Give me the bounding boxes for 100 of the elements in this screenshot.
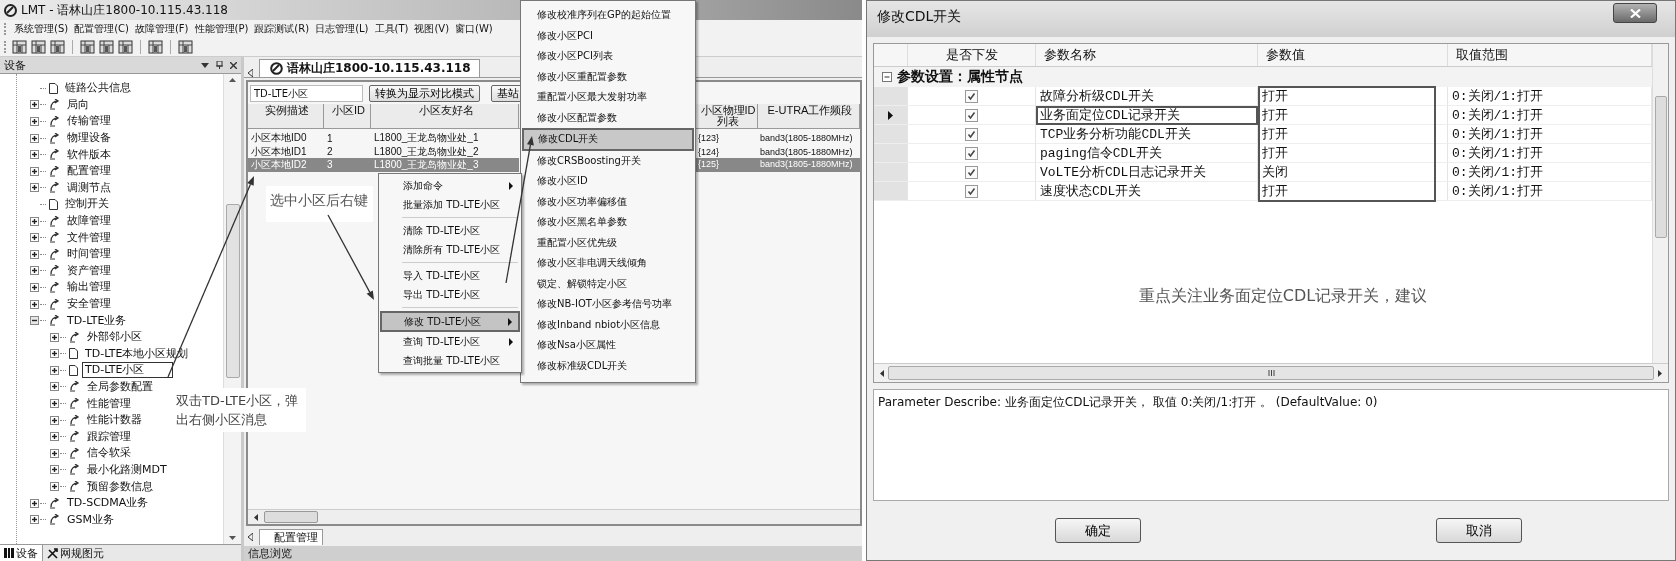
menu-item[interactable]: 导入 TD-LTE小区 [380,266,520,285]
menu-item[interactable]: 修改小区PCI [522,25,694,46]
column-header[interactable]: 参数名称 [1036,44,1258,66]
row-header[interactable] [874,106,908,125]
table-icon[interactable] [148,40,163,54]
menu-item[interactable]: 工具(T) [374,22,409,36]
tree-item[interactable]: 最小化路测MDT [84,461,170,478]
expand-icon[interactable] [30,100,39,110]
scroll-up-icon[interactable] [229,78,236,82]
collapse-icon[interactable] [30,316,39,326]
menu-item[interactable]: 锁定、解锁特定小区 [522,273,694,294]
expand-icon[interactable] [30,266,39,276]
column-header[interactable]: 是否下发 [908,44,1036,66]
scroll-down-icon[interactable] [229,536,236,540]
expand-icon[interactable] [30,498,39,508]
scrollbar[interactable] [1652,44,1668,363]
scroll-left-icon[interactable] [254,513,258,521]
table-cell[interactable]: band3(1805-1880MHz) [758,158,860,172]
tree-item[interactable]: 软件版本 [64,146,114,163]
parameter-value[interactable]: 打开 [1258,87,1448,106]
expand-icon[interactable] [50,382,59,392]
scroll-left-icon[interactable] [248,69,253,77]
menu-item[interactable]: 性能管理(P) [194,22,249,36]
expand-icon[interactable] [30,233,39,243]
parameter-value[interactable]: 打开 [1258,125,1448,144]
expand-icon[interactable] [30,299,39,309]
dialog-button[interactable]: 取消 [1436,518,1522,543]
menu-item[interactable]: 配置管理(C) [74,22,129,36]
scroll-right-icon[interactable] [1658,369,1662,377]
menu-item[interactable]: 查询批量 TD-LTE小区 [380,351,520,370]
menu-item[interactable]: 修改小区重配置参数 [522,66,694,87]
menu-item[interactable]: 修改Inband nbiot小区信息 [522,314,694,335]
menu-item[interactable]: 修改小区ID [522,171,694,192]
dialog-button[interactable]: 确定 [1055,518,1141,543]
scroll-thumb[interactable] [225,204,240,378]
menu-item[interactable]: 清除所有 TD-LTE小区 [380,240,520,259]
checkbox[interactable] [965,108,978,122]
column-header[interactable]: E-UTRA工作频段 [758,104,860,128]
table-cell[interactable]: band3(1805-1880MHz) [758,146,860,157]
tree-item[interactable]: 性能管理 [84,395,134,412]
tree-item[interactable]: 资产管理 [64,262,114,279]
table-icon[interactable] [80,40,95,54]
scroll-left-icon[interactable] [248,533,253,541]
tree-item[interactable]: 调测节点 [64,179,114,196]
menu-item[interactable]: 清除 TD-LTE小区 [380,221,520,240]
table-icon[interactable] [31,40,46,54]
menu-item[interactable]: 修改小区配置参数 [522,107,694,128]
tree-item[interactable]: 性能计数器 [84,412,145,429]
expand-icon[interactable] [50,465,59,475]
tree-item[interactable]: 安全管理 [64,296,114,312]
table-cell[interactable]: 小区本地ID0 [248,131,324,145]
expand-icon[interactable] [30,515,39,525]
tree-item[interactable]: 全局参数配置 [84,379,156,395]
expand-icon[interactable] [50,365,59,375]
close-button[interactable] [1613,3,1657,23]
table-cell[interactable]: 3 [324,158,371,172]
expand-icon[interactable] [50,415,59,425]
menu-item[interactable]: 修改CRSBoosting开关 [522,150,694,171]
scroll-left-icon[interactable] [880,369,884,377]
tree-item[interactable]: 局向 [64,96,92,113]
column-header[interactable]: 实例描述 [248,104,324,128]
expand-icon[interactable] [30,183,39,193]
menu-item[interactable]: 修改小区非电调天线倾角 [522,253,694,274]
scroll-thumb[interactable] [1654,96,1667,238]
tree-item[interactable]: 配置管理 [64,163,114,180]
expand-icon[interactable] [30,216,39,226]
panel-tab[interactable]: 设备 [0,545,43,561]
table-icon[interactable] [12,40,27,54]
menu-item[interactable]: 查询 TD-LTE小区 [380,332,520,351]
table-cell[interactable]: L1800_王龙岛物业处_2 [371,144,519,159]
scrollbar[interactable] [874,363,1668,382]
tree-item[interactable]: 预留参数信息 [84,478,156,495]
scroll-thumb[interactable] [888,366,1654,380]
expand-icon[interactable] [50,432,59,442]
tree-item[interactable]: 跟踪管理 [84,428,134,445]
expand-icon[interactable] [50,448,59,458]
expand-icon[interactable] [30,166,39,176]
table-icon[interactable] [50,40,65,54]
expand-icon[interactable] [30,133,39,143]
menu-item[interactable]: 批量添加 TD-LTE小区 [380,195,520,214]
table-cell[interactable]: {125} [696,158,758,172]
menu-item[interactable]: 修改 TD-LTE小区 [380,311,520,332]
column-header[interactable]: 参数值 [1258,44,1448,66]
table-cell[interactable]: 小区本地ID1 [248,144,324,159]
menu-item[interactable]: 故障管理(F) [134,22,189,36]
parameter-value[interactable]: 打开 [1258,106,1448,125]
menu-item[interactable]: 窗口(W) [455,22,493,36]
toolbar-button[interactable]: 转换为显示对比模式 [369,84,480,102]
menu-item[interactable]: 视图(V) [414,22,450,36]
expand-icon[interactable] [50,399,59,409]
tree-item[interactable]: 物理设备 [64,130,114,147]
scroll-thumb[interactable] [264,511,318,523]
menu-item[interactable]: 重配置小区优先级 [522,232,694,253]
table-cell[interactable]: 1 [324,132,371,144]
tree-item[interactable]: 外部邻小区 [84,329,145,346]
menu-item[interactable]: 修改小区黑名单参数 [522,212,694,233]
pin-icon[interactable] [216,61,223,69]
column-header[interactable]: 小区友好名 [371,104,519,128]
checkbox[interactable] [965,184,978,198]
table-cell[interactable]: band3(1805-1880MHz) [758,133,860,143]
